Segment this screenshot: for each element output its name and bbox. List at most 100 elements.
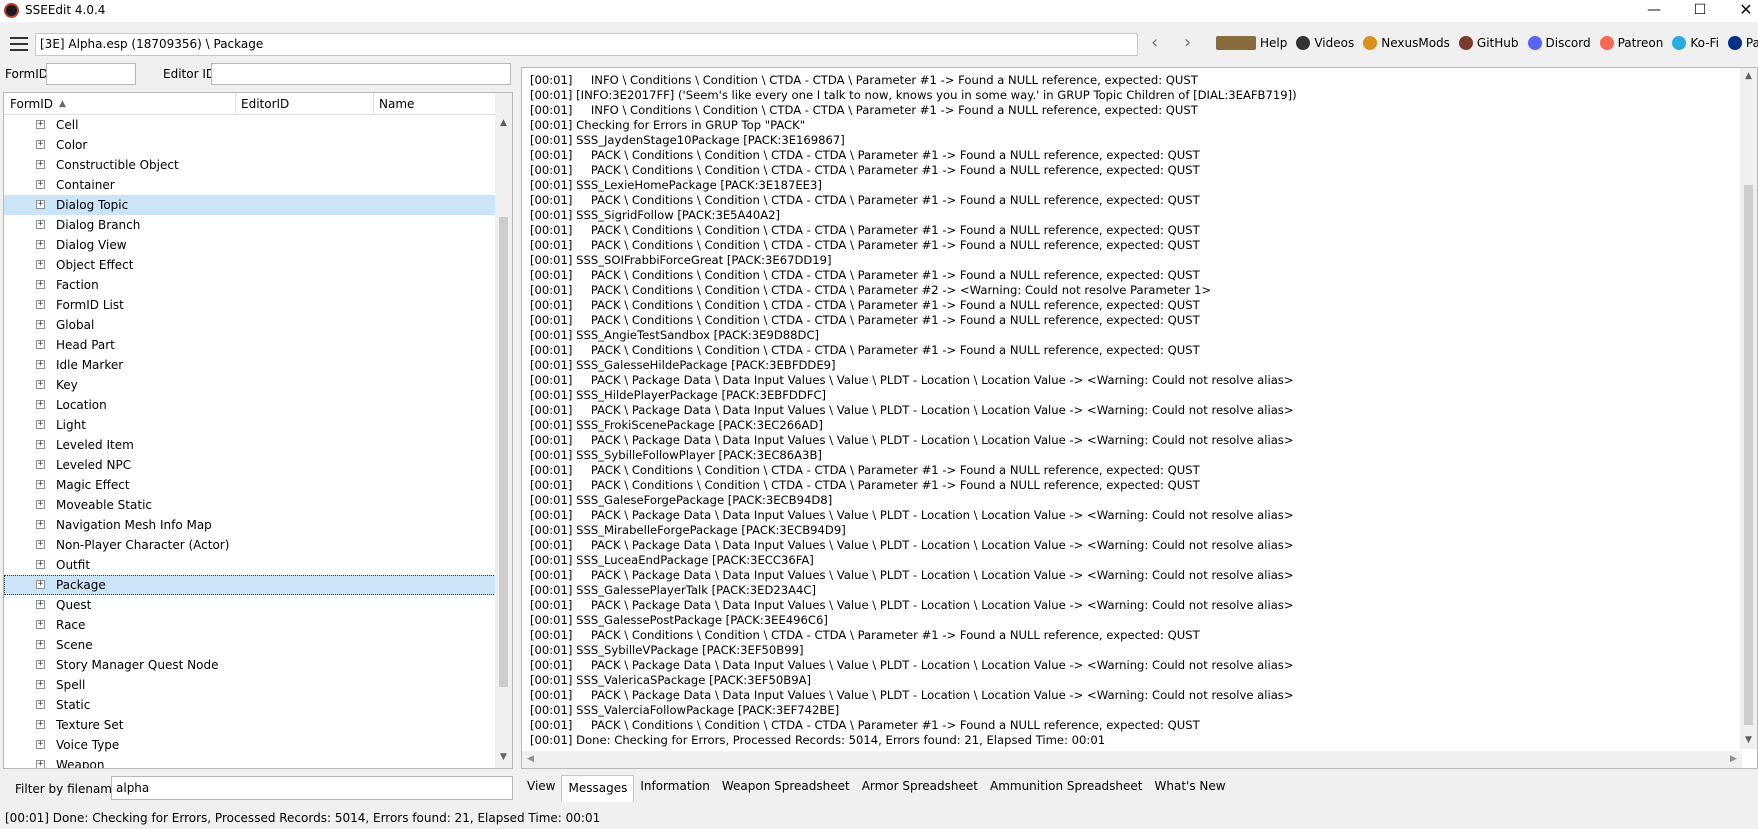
expand-icon[interactable]: + <box>36 580 45 589</box>
expand-icon[interactable]: + <box>36 600 45 609</box>
expand-icon[interactable]: + <box>36 280 45 289</box>
filter-by-filename-input[interactable]: alpha <box>111 776 513 800</box>
expand-icon[interactable]: + <box>36 260 45 269</box>
link-paypa[interactable]: PayPa <box>1727 36 1758 50</box>
close-button[interactable]: ✕ <box>1723 0 1758 22</box>
tree-vertical-scrollbar[interactable]: ▲ ▼ <box>495 93 512 768</box>
link-nexusmods[interactable]: NexusMods <box>1363 36 1450 50</box>
column-header-name[interactable]: Name <box>379 97 414 111</box>
tree-item-global[interactable]: + Global <box>4 315 496 335</box>
tab-what-s-new[interactable]: What's New <box>1149 774 1232 799</box>
scroll-down-icon[interactable]: ▼ <box>495 749 512 766</box>
tree-item-non-player-character-actor[interactable]: + Non-Player Character (Actor) <box>4 535 496 555</box>
messages-panel[interactable]: [00:01] INFO \ Conditions \ Condition \ … <box>521 67 1758 769</box>
link-ko-fi[interactable]: Ko-Fi <box>1672 36 1719 50</box>
expand-icon[interactable]: + <box>36 520 45 529</box>
link-discord[interactable]: Discord <box>1527 36 1591 50</box>
tree-item-container[interactable]: + Container <box>4 175 496 195</box>
expand-icon[interactable]: + <box>36 660 45 669</box>
scroll-right-icon[interactable]: ▶ <box>1725 751 1742 768</box>
tree-item-color[interactable]: + Color <box>4 135 496 155</box>
expand-icon[interactable]: + <box>36 200 45 209</box>
tree-item-spell[interactable]: + Spell <box>4 675 496 695</box>
editorid-search-input[interactable] <box>211 63 511 85</box>
record-tree[interactable]: FormID ▲ EditorID Name + Cell + Color + Const… <box>3 92 513 769</box>
tree-item-constructible-object[interactable]: + Constructible Object <box>4 155 496 175</box>
maximize-button[interactable]: ☐ <box>1677 0 1723 22</box>
expand-icon[interactable]: + <box>36 380 45 389</box>
minimize-button[interactable]: — <box>1631 0 1677 22</box>
tab-ammunition-spreadsheet[interactable]: Ammunition Spreadsheet <box>984 774 1149 799</box>
scroll-thumb[interactable] <box>1744 185 1753 725</box>
forward-arrow-icon[interactable]: › <box>1184 34 1191 52</box>
menu-icon[interactable] <box>10 37 28 51</box>
expand-icon[interactable]: + <box>36 680 45 689</box>
expand-icon[interactable]: + <box>36 240 45 249</box>
tree-item-dialog-view[interactable]: + Dialog View <box>4 235 496 255</box>
expand-icon[interactable]: + <box>36 460 45 469</box>
expand-icon[interactable]: + <box>36 220 45 229</box>
tab-messages[interactable]: Messages <box>561 775 635 802</box>
expand-icon[interactable]: + <box>36 500 45 509</box>
tab-information[interactable]: Information <box>634 774 715 799</box>
tree-item-scene[interactable]: + Scene <box>4 635 496 655</box>
expand-icon[interactable]: + <box>36 440 45 449</box>
back-arrow-icon[interactable]: ‹ <box>1151 34 1158 52</box>
tab-weapon-spreadsheet[interactable]: Weapon Spreadsheet <box>716 774 856 799</box>
link-github[interactable]: GitHub <box>1458 36 1519 50</box>
tree-item-static[interactable]: + Static <box>4 695 496 715</box>
tree-item-dialog-topic[interactable]: + Dialog Topic <box>4 195 496 215</box>
expand-icon[interactable]: + <box>36 180 45 189</box>
scroll-up-icon[interactable]: ▲ <box>495 115 512 132</box>
tree-item-weapon[interactable]: + Weapon <box>4 755 496 768</box>
tree-item-object-effect[interactable]: + Object Effect <box>4 255 496 275</box>
tree-item-outfit[interactable]: + Outfit <box>4 555 496 575</box>
column-divider[interactable] <box>235 93 236 115</box>
expand-icon[interactable]: + <box>36 320 45 329</box>
tree-item-cell[interactable]: + Cell <box>4 115 496 135</box>
expand-icon[interactable]: + <box>36 160 45 169</box>
scroll-up-icon[interactable]: ▲ <box>1740 68 1757 85</box>
tree-item-story-manager-quest-node[interactable]: + Story Manager Quest Node <box>4 655 496 675</box>
tree-item-race[interactable]: + Race <box>4 615 496 635</box>
tree-item-dialog-branch[interactable]: + Dialog Branch <box>4 215 496 235</box>
messages-vertical-scrollbar[interactable]: ▲ ▼ <box>1740 68 1757 749</box>
expand-icon[interactable]: + <box>36 300 45 309</box>
column-header-formid[interactable]: FormID <box>10 97 53 111</box>
scroll-down-icon[interactable]: ▼ <box>1740 732 1757 749</box>
expand-icon[interactable]: + <box>36 740 45 749</box>
expand-icon[interactable]: + <box>36 140 45 149</box>
tree-item-idle-marker[interactable]: + Idle Marker <box>4 355 496 375</box>
tree-item-formid-list[interactable]: + FormID List <box>4 295 496 315</box>
tree-item-head-part[interactable]: + Head Part <box>4 335 496 355</box>
tree-item-magic-effect[interactable]: + Magic Effect <box>4 475 496 495</box>
link-videos[interactable]: Videos <box>1296 36 1354 50</box>
expand-icon[interactable]: + <box>36 620 45 629</box>
scroll-left-icon[interactable]: ◀ <box>522 751 539 768</box>
expand-icon[interactable]: + <box>36 640 45 649</box>
tree-item-key[interactable]: + Key <box>4 375 496 395</box>
tree-item-leveled-npc[interactable]: + Leveled NPC <box>4 455 496 475</box>
link-patreon[interactable]: Patreon <box>1599 36 1663 50</box>
column-header-editorid[interactable]: EditorID <box>241 97 289 111</box>
formid-search-input[interactable] <box>46 63 136 85</box>
expand-icon[interactable]: + <box>36 700 45 709</box>
tree-item-voice-type[interactable]: + Voice Type <box>4 735 496 755</box>
tree-item-moveable-static[interactable]: + Moveable Static <box>4 495 496 515</box>
expand-icon[interactable]: + <box>36 720 45 729</box>
tree-item-navigation-mesh-info-map[interactable]: + Navigation Mesh Info Map <box>4 515 496 535</box>
tree-item-location[interactable]: + Location <box>4 395 496 415</box>
tab-armor-spreadsheet[interactable]: Armor Spreadsheet <box>856 774 984 799</box>
expand-icon[interactable]: + <box>36 540 45 549</box>
scroll-thumb[interactable] <box>499 217 508 687</box>
expand-icon[interactable]: + <box>36 120 45 129</box>
messages-horizontal-scrollbar[interactable]: ◀ ▶ <box>522 751 1742 768</box>
tree-item-leveled-item[interactable]: + Leveled Item <box>4 435 496 455</box>
expand-icon[interactable]: + <box>36 340 45 349</box>
expand-icon[interactable]: + <box>36 560 45 569</box>
tree-item-quest[interactable]: + Quest <box>4 595 496 615</box>
expand-icon[interactable]: + <box>36 420 45 429</box>
column-divider[interactable] <box>373 93 374 115</box>
expand-icon[interactable]: + <box>36 400 45 409</box>
tree-item-package[interactable]: + Package <box>4 575 496 595</box>
